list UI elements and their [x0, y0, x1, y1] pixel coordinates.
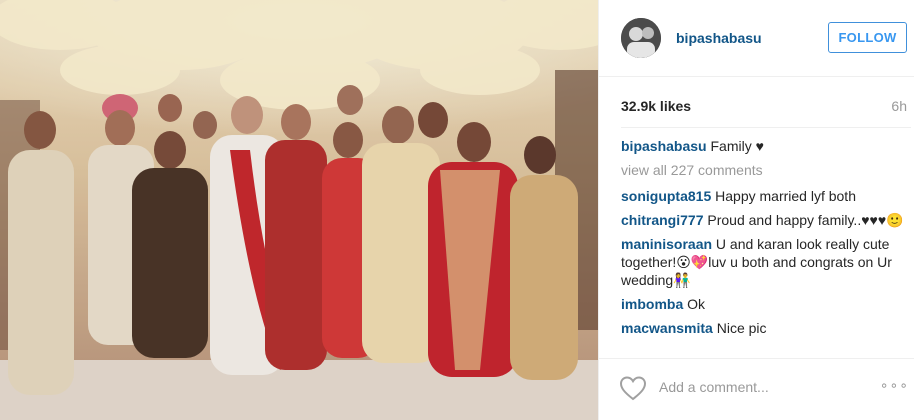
- caption: bipashabasu Family ♥: [621, 137, 909, 155]
- comment-item: macwansmita Nice pic: [621, 319, 909, 337]
- likes-row: 32.9k likes 6h: [599, 78, 914, 128]
- post-footer: Add a comment... ∘∘∘: [599, 358, 914, 420]
- caption-username-link[interactable]: bipashabasu: [621, 138, 707, 154]
- like-button[interactable]: [619, 375, 647, 401]
- comment-text: Happy married lyf both: [715, 188, 856, 204]
- comments-list: bipashabasu Family ♥ view all 227 commen…: [621, 137, 909, 357]
- avatar-image-icon: [621, 18, 661, 58]
- comment-username-link[interactable]: chitrangi777: [621, 212, 703, 228]
- likes-count[interactable]: 32.9k likes: [621, 98, 691, 114]
- post-header: bipashabasu FOLLOW: [599, 0, 914, 77]
- post-details-panel: bipashabasu FOLLOW 32.9k likes 6h bipash…: [598, 0, 914, 420]
- comment-username-link[interactable]: imbomba: [621, 296, 683, 312]
- more-options-icon[interactable]: ∘∘∘: [880, 377, 909, 394]
- comment-text: Nice pic: [716, 320, 767, 336]
- heart-outline-icon: [619, 376, 647, 401]
- header-username-link[interactable]: bipashabasu: [676, 30, 762, 46]
- photo-illustration: [0, 0, 598, 420]
- comment-item: chitrangi777 Proud and happy family..♥♥♥…: [621, 211, 909, 229]
- comment-text: Proud and happy family..♥♥♥🙂: [707, 212, 904, 228]
- view-all-comments-link[interactable]: view all 227 comments: [621, 161, 909, 179]
- comment-username-link[interactable]: sonigupta815: [621, 188, 711, 204]
- caption-text: Family ♥: [710, 138, 764, 154]
- add-comment-input[interactable]: Add a comment...: [659, 379, 769, 395]
- post-timestamp[interactable]: 6h: [891, 98, 907, 114]
- comment-username-link[interactable]: macwansmita: [621, 320, 713, 336]
- divider: [621, 127, 911, 128]
- comment-item: maninisoraan U and karan look really cut…: [621, 235, 909, 289]
- comment-item: sonigupta815 Happy married lyf both: [621, 187, 909, 205]
- comment-text: Ok: [687, 296, 706, 312]
- follow-button[interactable]: FOLLOW: [828, 22, 907, 53]
- post-photo[interactable]: [0, 0, 598, 420]
- comment-item: imbomba Ok: [621, 295, 909, 313]
- comment-username-link[interactable]: maninisoraan: [621, 236, 712, 252]
- avatar[interactable]: [621, 18, 661, 58]
